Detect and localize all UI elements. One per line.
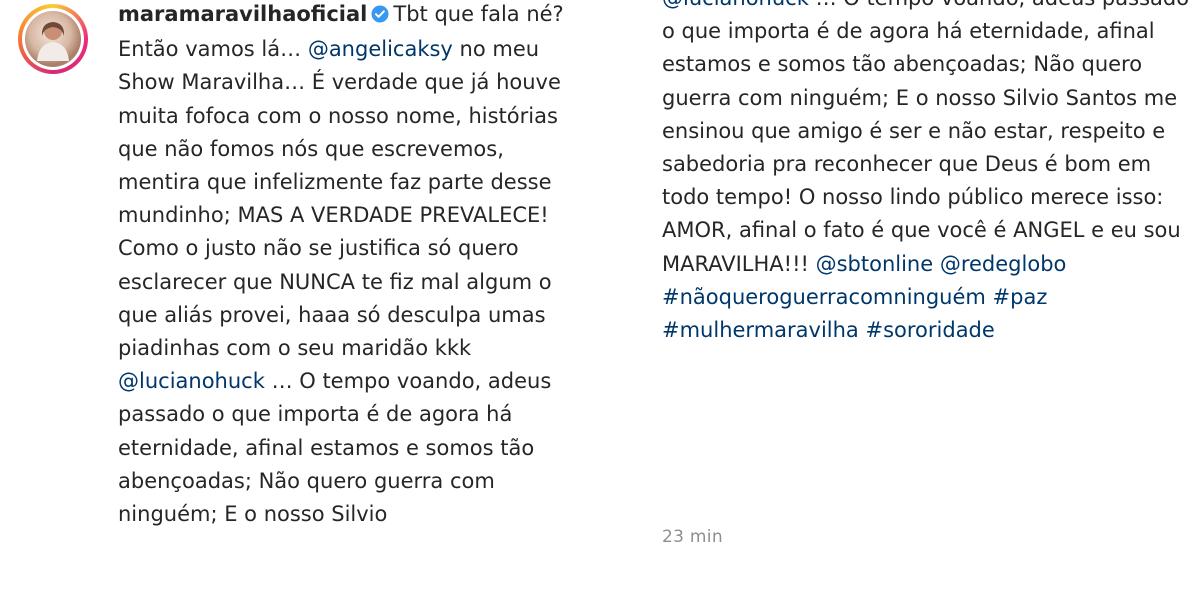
mention-link[interactable]: @lucianohuck [662,0,809,10]
avatar-photo [25,11,81,67]
hashtag-link[interactable]: #sororidade [865,318,994,342]
post-caption-panel-right: @lucianohuck … O tempo voando, adeus pas… [600,0,1200,600]
person-icon [37,22,69,61]
post-caption-panel-left: maramaravilhaoficial Tbt que fala né? Ent… [0,0,600,600]
post-caption-continued: @lucianohuck … O tempo voando, adeus pas… [662,0,1192,347]
hashtag-link[interactable]: #nãoqueroguerracomninguém [662,285,986,309]
mention-link[interactable]: @sbtonline [816,252,934,276]
hashtag-link[interactable]: #mulhermaravilha [662,318,859,342]
post-caption: maramaravilhaoficial Tbt que fala né? Ent… [118,0,578,531]
hashtag-link[interactable]: #paz [993,285,1048,309]
post-timestamp[interactable]: 23 min [662,527,723,547]
mention-link[interactable]: @redeglobo [940,252,1067,276]
profile-avatar[interactable] [18,4,88,74]
caption-text: … O tempo voando, adeus passado o que im… [662,0,1189,276]
verified-badge-icon [371,0,389,33]
caption-text: no meu Show Maravilha… É verdade que já … [118,37,561,361]
avatar-frame [22,8,84,70]
username-link[interactable]: maramaravilhaoficial [118,2,367,26]
mention-link[interactable]: @angelicaksy [308,37,453,61]
mention-link[interactable]: @lucianohuck [118,369,265,393]
